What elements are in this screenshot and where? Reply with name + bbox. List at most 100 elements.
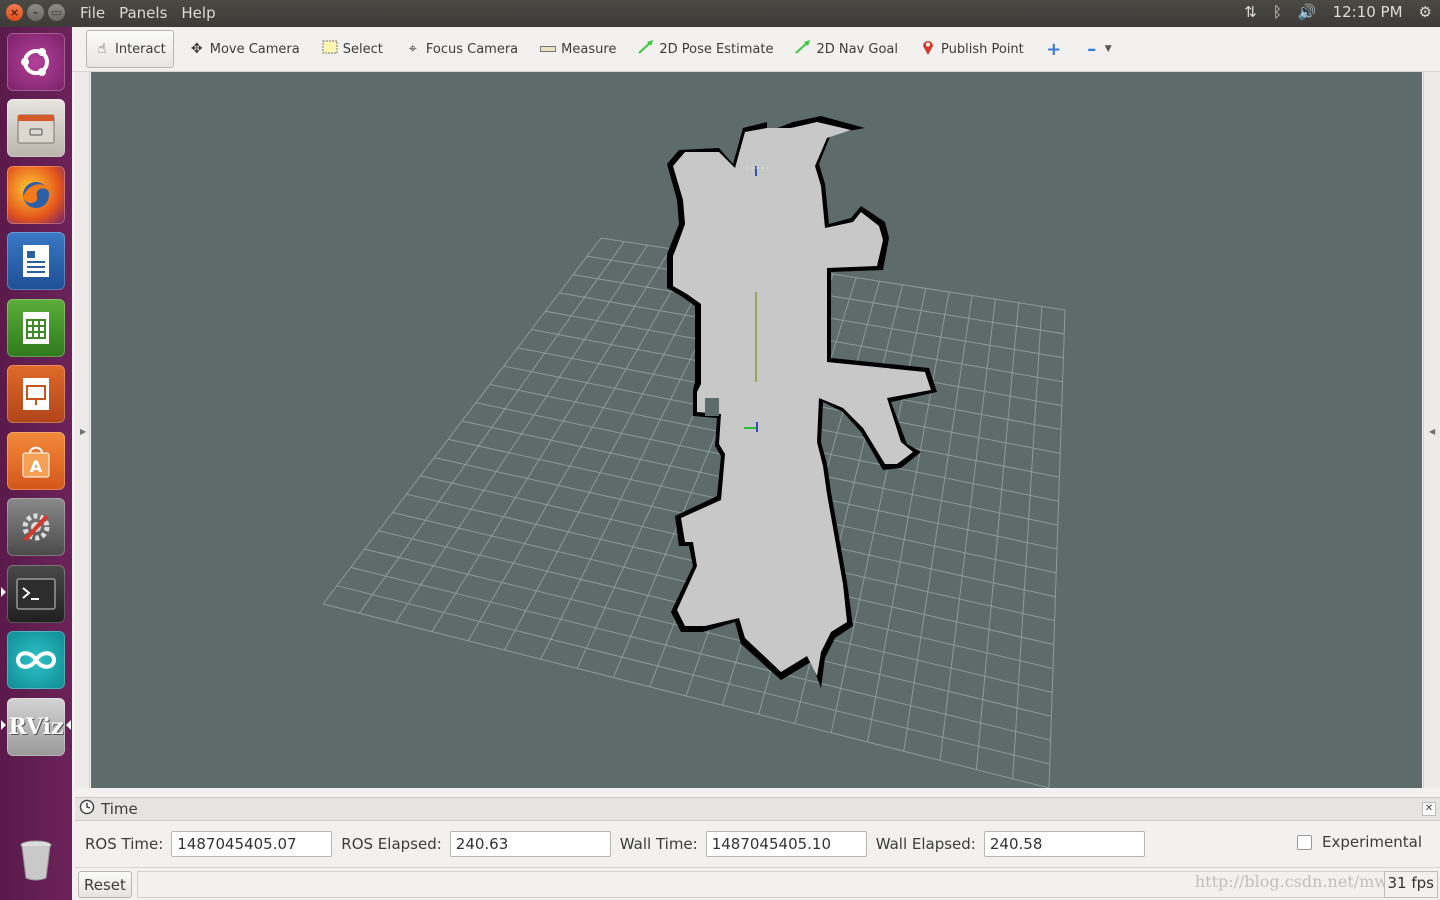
scene-canvas[interactable]: [91, 72, 1422, 789]
left-dock-handle[interactable]: ▶: [75, 72, 90, 788]
rviz-logo-icon: RViz: [8, 714, 64, 740]
experimental-checkbox[interactable]: [1296, 834, 1312, 850]
measure-tool[interactable]: Measure: [533, 30, 623, 68]
close-window-button[interactable]: ×: [6, 4, 23, 21]
window-controls: × – ▭: [6, 4, 65, 21]
clock-icon: [79, 799, 95, 819]
maximize-window-button[interactable]: ▭: [48, 4, 65, 21]
add-tool-button[interactable]: +: [1039, 30, 1069, 68]
launcher: A RViz: [0, 27, 72, 900]
time-panel-row: ROS Time: ROS Elapsed: Wall Time: Wall E…: [75, 823, 1440, 865]
chevron-right-icon: ▶: [80, 427, 87, 436]
rviz-toolbar: ☝ Interact ✥ Move Camera Select ⌖ Focus …: [72, 27, 1440, 72]
experimental-label: Experimental: [1321, 833, 1422, 851]
system-settings-icon[interactable]: [7, 498, 65, 556]
gear-icon[interactable]: ⚙: [1419, 3, 1432, 21]
writer-icon[interactable]: [7, 232, 65, 290]
terminal-icon[interactable]: [7, 565, 65, 623]
file-cabinet-icon: [17, 114, 55, 144]
grid-line: [939, 299, 996, 761]
remove-tool-button[interactable]: – ▼: [1077, 30, 1119, 68]
status-bar: Reset http://blog.csdn.net/mw 31 fps: [75, 867, 1440, 900]
time-panel-title: Time: [101, 800, 138, 818]
select-tool[interactable]: Select: [315, 30, 390, 68]
svg-text:A: A: [30, 457, 43, 476]
volume-icon[interactable]: 🔊: [1298, 3, 1317, 21]
right-dock-handle[interactable]: ◀: [1423, 72, 1440, 788]
ros-time-field[interactable]: [171, 831, 333, 857]
trash-icon[interactable]: [7, 831, 65, 889]
focus-camera-label: Focus Camera: [425, 41, 519, 57]
wall-elapsed-field[interactable]: [983, 831, 1145, 857]
grid-line: [1048, 309, 1066, 789]
bluetooth-icon[interactable]: ᛒ: [1273, 3, 1282, 21]
experimental-option: Experimental: [1296, 833, 1422, 851]
move-icon: ✥: [190, 41, 203, 57]
grid-line: [975, 302, 1020, 770]
ubuntu-dash-icon[interactable]: [7, 33, 65, 91]
move-camera-label: Move Camera: [209, 41, 300, 57]
move-camera-tool[interactable]: ✥ Move Camera: [182, 30, 307, 68]
files-icon[interactable]: [7, 99, 65, 157]
minus-icon: –: [1087, 38, 1097, 60]
wrench-gear-icon: [22, 513, 50, 542]
map-pin-icon: [920, 39, 936, 59]
watermark-text: http://blog.csdn.net/mw: [1194, 872, 1388, 891]
menu-help[interactable]: Help: [181, 4, 215, 22]
chevron-down-icon: ▼: [1104, 44, 1112, 54]
ros-time-label: ROS Time:: [85, 835, 164, 853]
terminal-running-indicator: [1, 587, 6, 597]
green-arrow-icon: [795, 40, 811, 58]
spreadsheet-icon: [23, 312, 49, 344]
plus-icon: +: [1046, 38, 1062, 60]
focus-camera-tool[interactable]: ⌖ Focus Camera: [398, 30, 525, 68]
infinity-icon: [16, 651, 56, 669]
presentation-icon: [23, 378, 49, 410]
wall-time-label: Wall Time:: [619, 835, 698, 853]
trash-can-icon: [20, 840, 52, 881]
occupancy-map: [667, 116, 937, 688]
rviz-running-indicator: [1, 720, 6, 730]
minimize-window-button[interactable]: –: [27, 4, 44, 21]
rviz-focused-indicator: [66, 720, 71, 730]
reset-button[interactable]: Reset: [78, 871, 132, 898]
menu-file[interactable]: File: [80, 4, 105, 22]
network-icon[interactable]: ⇅: [1244, 3, 1257, 21]
ros-elapsed-field[interactable]: [449, 831, 611, 857]
interact-label: Interact: [115, 41, 166, 57]
interact-tool[interactable]: ☝ Interact: [86, 30, 174, 68]
menu-panels[interactable]: Panels: [119, 4, 167, 22]
document-icon: [23, 245, 49, 277]
top-panel: × – ▭ File Panels Help ⇅ ᛒ 🔊 12:10 PM ⚙: [0, 0, 1440, 27]
menu-bar: File Panels Help: [80, 4, 216, 22]
clock[interactable]: 12:10 PM: [1333, 3, 1403, 21]
arduino-icon[interactable]: [7, 631, 65, 689]
wall-time-field[interactable]: [705, 831, 867, 857]
publish-point-label: Publish Point: [941, 41, 1024, 57]
chevron-left-icon: ◀: [1429, 427, 1436, 436]
pose-estimate-tool[interactable]: 2D Pose Estimate: [631, 30, 780, 68]
ubuntu-logo-icon: [21, 48, 49, 76]
map-unknown-patch: [705, 398, 719, 416]
prompt-icon: [16, 578, 56, 610]
nav-goal-tool[interactable]: 2D Nav Goal: [788, 30, 905, 68]
impress-icon[interactable]: [7, 365, 65, 423]
indicator-area: ⇅ ᛒ 🔊 12:10 PM ⚙: [1244, 3, 1432, 21]
close-panel-button[interactable]: ✕: [1422, 802, 1436, 816]
ruler-icon: [540, 41, 557, 57]
select-icon: [322, 40, 338, 58]
publish-point-tool[interactable]: Publish Point: [913, 30, 1031, 68]
pose-estimate-label: 2D Pose Estimate: [659, 41, 774, 57]
hand-icon: ☝: [97, 41, 107, 57]
software-center-icon[interactable]: A: [7, 432, 65, 490]
time-panel-header: Time ✕: [75, 797, 1440, 821]
select-label: Select: [342, 41, 383, 57]
rviz-icon[interactable]: RViz: [7, 698, 65, 756]
render-viewport[interactable]: [91, 72, 1422, 789]
shopping-bag-icon: A: [22, 446, 50, 478]
fps-counter: 31 fps: [1383, 871, 1438, 898]
green-arrow-icon: [638, 40, 654, 58]
calc-icon[interactable]: [7, 299, 65, 357]
measure-label: Measure: [561, 41, 617, 57]
firefox-icon[interactable]: [7, 166, 65, 224]
